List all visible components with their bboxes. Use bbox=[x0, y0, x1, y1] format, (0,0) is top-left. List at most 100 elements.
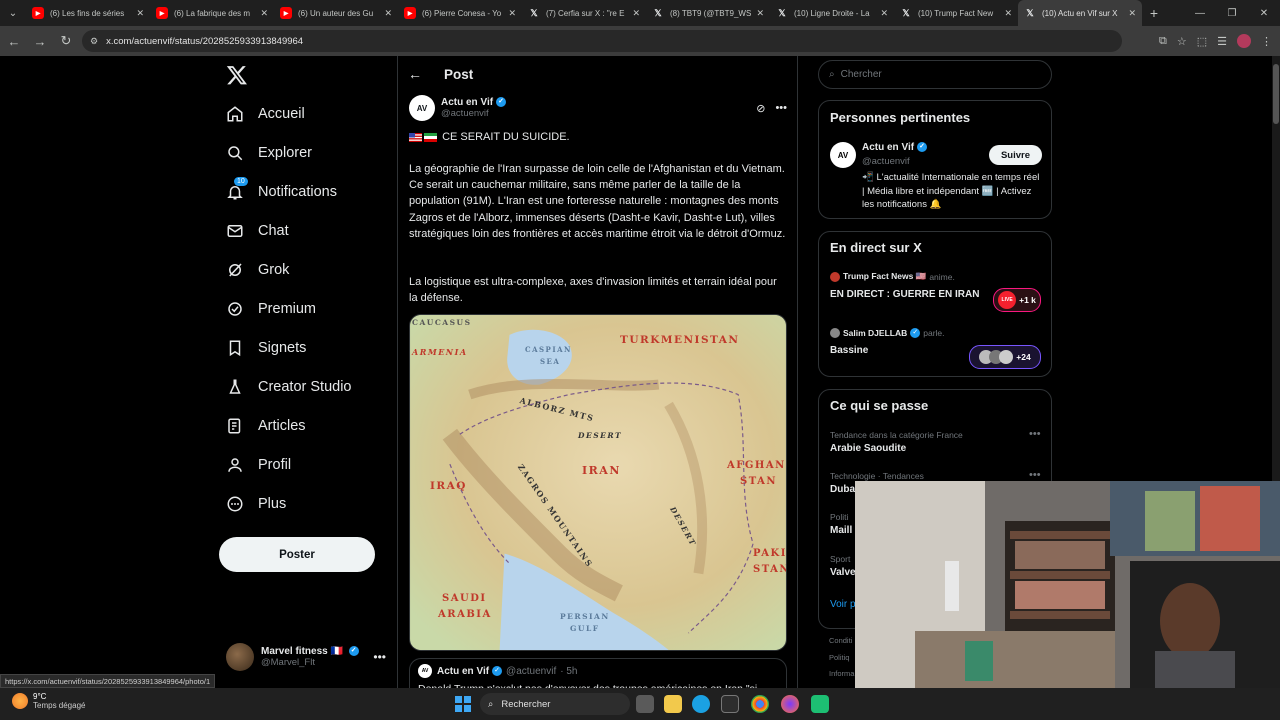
verified-icon: ✓ bbox=[917, 142, 928, 153]
nav-item-more[interactable]: Plus bbox=[226, 491, 286, 517]
map-label: CAUCASUS bbox=[412, 318, 472, 327]
nav-item-notifications[interactable]: 10 Notifications bbox=[226, 177, 337, 205]
more-icon[interactable]: ••• bbox=[1029, 469, 1041, 481]
author-name[interactable]: Actu en Vif bbox=[441, 97, 493, 108]
close-icon[interactable]: ✕ bbox=[260, 8, 268, 19]
nav-item-explore[interactable]: Explorer bbox=[226, 140, 312, 166]
close-icon[interactable]: ✕ bbox=[880, 8, 888, 19]
trend-title[interactable]: Valve bbox=[830, 567, 856, 578]
avatar[interactable]: AV bbox=[409, 95, 435, 121]
close-icon[interactable]: ✕ bbox=[632, 8, 640, 19]
trend-title[interactable]: Duba bbox=[830, 484, 855, 495]
live-listeners-pill[interactable]: +24 bbox=[969, 345, 1041, 369]
nav-item-grok[interactable]: Grok bbox=[226, 257, 289, 283]
close-icon[interactable]: ✕ bbox=[1004, 8, 1012, 19]
nav-label: Accueil bbox=[258, 106, 305, 122]
close-icon[interactable]: ✕ bbox=[508, 8, 516, 19]
close-window-icon[interactable]: ✕ bbox=[1248, 0, 1280, 26]
post-button[interactable]: Poster bbox=[219, 537, 375, 572]
trend-title[interactable]: Arabie Saoudite bbox=[830, 443, 906, 454]
account-switcher[interactable]: Marvel fitness 🇫🇷 ✓ @Marvel_Flt ••• bbox=[226, 642, 386, 672]
close-icon[interactable]: ✕ bbox=[1128, 8, 1136, 19]
avatar[interactable]: AV bbox=[830, 142, 856, 168]
browser-tab[interactable]: ▶ (6) Les fins de séries ✕ bbox=[26, 0, 150, 26]
browser-tab[interactable]: ▶ (6) Pierre Conesa - Yo ✕ bbox=[398, 0, 522, 26]
url-bar[interactable]: ⚙ x.com/actuenvif/status/202852593391384… bbox=[82, 30, 1122, 52]
live-count: +1 k bbox=[1019, 295, 1036, 305]
reload-icon[interactable]: ↻ bbox=[54, 29, 78, 53]
firefox-icon[interactable] bbox=[781, 695, 799, 713]
x-logo-icon[interactable] bbox=[226, 64, 248, 86]
premium-icon bbox=[226, 300, 244, 318]
close-icon[interactable]: ✕ bbox=[136, 8, 144, 19]
minimize-icon[interactable]: — bbox=[1184, 0, 1216, 26]
person-name[interactable]: Actu en Vif bbox=[862, 142, 914, 153]
site-info-icon[interactable]: ⚙ bbox=[90, 36, 98, 47]
weather-widget[interactable]: 9°C Temps dégagé bbox=[12, 692, 85, 710]
post-header: ← Post bbox=[398, 56, 797, 92]
map-label: PERSIAN bbox=[560, 612, 610, 621]
nav-item-bookmarks[interactable]: Signets bbox=[226, 335, 306, 361]
trend-title[interactable]: Maill bbox=[830, 525, 852, 536]
taskbar-search[interactable]: ⌕ Rechercher bbox=[480, 693, 630, 715]
chrome-icon[interactable] bbox=[751, 695, 769, 713]
file-explorer-icon[interactable] bbox=[664, 695, 682, 713]
tab-search-icon[interactable]: ⌄ bbox=[0, 0, 26, 26]
install-icon[interactable]: ⧉ bbox=[1159, 35, 1167, 48]
task-view-icon[interactable] bbox=[636, 695, 654, 713]
browser-tab[interactable]: 𝕏 (10) Ligne Droite - La ✕ bbox=[770, 0, 894, 26]
app-icon[interactable] bbox=[811, 695, 829, 713]
verified-icon: ✓ bbox=[496, 97, 507, 108]
post-image-map[interactable]: CAUCASUS ARMENIA CASPIAN SEA TURKMENISTA… bbox=[409, 314, 787, 651]
more-icon[interactable]: ••• bbox=[373, 650, 386, 664]
browser-tab[interactable]: 𝕏 (8) TBT9 (@TBT9_WS ✕ bbox=[646, 0, 770, 26]
new-tab-icon[interactable]: + bbox=[1142, 5, 1166, 21]
back-icon[interactable]: ← bbox=[2, 29, 26, 53]
search-input[interactable]: ⌕ Chercher bbox=[818, 60, 1052, 89]
weather-temp: 9°C bbox=[33, 692, 47, 701]
nav-item-premium[interactable]: Premium bbox=[226, 296, 316, 322]
menu-icon[interactable]: ⋮ bbox=[1261, 35, 1272, 48]
map-label: SAUDI bbox=[442, 593, 487, 604]
edge-icon[interactable] bbox=[692, 695, 710, 713]
browser-tab[interactable]: ▶ (6) Un auteur des Gu ✕ bbox=[274, 0, 398, 26]
nav-item-chat[interactable]: Chat bbox=[226, 218, 289, 244]
live-title[interactable]: EN DIRECT : GUERRE EN IRAN bbox=[830, 289, 979, 300]
browser-tab[interactable]: 𝕏 (10) Trump Fact New ✕ bbox=[894, 0, 1018, 26]
grok-icon[interactable]: ⊘ bbox=[756, 102, 765, 115]
live-host[interactable]: Trump Fact News 🇺🇸 anime. bbox=[830, 271, 955, 282]
live-listeners-pill[interactable]: LIVE +1 k bbox=[993, 288, 1041, 312]
nav-item-articles[interactable]: Articles bbox=[226, 413, 306, 439]
more-icon[interactable]: ••• bbox=[775, 102, 787, 115]
footer-link[interactable]: Conditi bbox=[829, 636, 852, 645]
browser-tab-active[interactable]: 𝕏 (10) Actu en Vif sur X ✕ bbox=[1018, 0, 1142, 26]
bookmark-star-icon[interactable]: ☆ bbox=[1177, 35, 1187, 48]
more-icon[interactable]: ••• bbox=[1029, 428, 1041, 440]
forward-icon[interactable]: → bbox=[28, 29, 52, 53]
footer-link[interactable]: Informa bbox=[829, 669, 854, 678]
store-icon[interactable] bbox=[721, 695, 739, 713]
nav-item-profile[interactable]: Profil bbox=[226, 452, 291, 478]
browser-tab[interactable]: ▶ (6) La fabrique des m ✕ bbox=[150, 0, 274, 26]
nav-item-creator-studio[interactable]: Creator Studio bbox=[226, 374, 352, 400]
scrollbar-thumb[interactable] bbox=[1273, 64, 1279, 124]
close-icon[interactable]: ✕ bbox=[756, 8, 764, 19]
back-arrow-icon[interactable]: ← bbox=[408, 66, 430, 82]
live-host[interactable]: Salim DJELLAB ✓ parle. bbox=[830, 328, 945, 338]
close-icon[interactable]: ✕ bbox=[384, 8, 392, 19]
maximize-icon[interactable]: ❐ bbox=[1216, 0, 1248, 26]
status-bar-url: https://x.com/actuenvif/status/202852593… bbox=[0, 674, 216, 688]
author-handle[interactable]: @actuenvif bbox=[441, 108, 506, 119]
webcam-image bbox=[855, 481, 1280, 688]
see-more-link[interactable]: Voir p bbox=[830, 599, 856, 610]
live-title[interactable]: Bassine bbox=[830, 345, 868, 356]
extensions-icon[interactable]: ⬚ bbox=[1197, 35, 1207, 48]
profile-avatar[interactable] bbox=[1237, 34, 1251, 48]
tab-title: (7) Cerfia sur X : "re E bbox=[546, 8, 625, 18]
windows-start-icon[interactable] bbox=[455, 696, 471, 712]
media-icon[interactable]: ☰ bbox=[1217, 35, 1227, 48]
follow-button[interactable]: Suivre bbox=[989, 145, 1042, 165]
browser-tab[interactable]: 𝕏 (7) Cerfia sur X : "re E ✕ bbox=[522, 0, 646, 26]
nav-item-home[interactable]: Accueil bbox=[226, 101, 305, 127]
footer-link[interactable]: Politiq bbox=[829, 653, 849, 662]
